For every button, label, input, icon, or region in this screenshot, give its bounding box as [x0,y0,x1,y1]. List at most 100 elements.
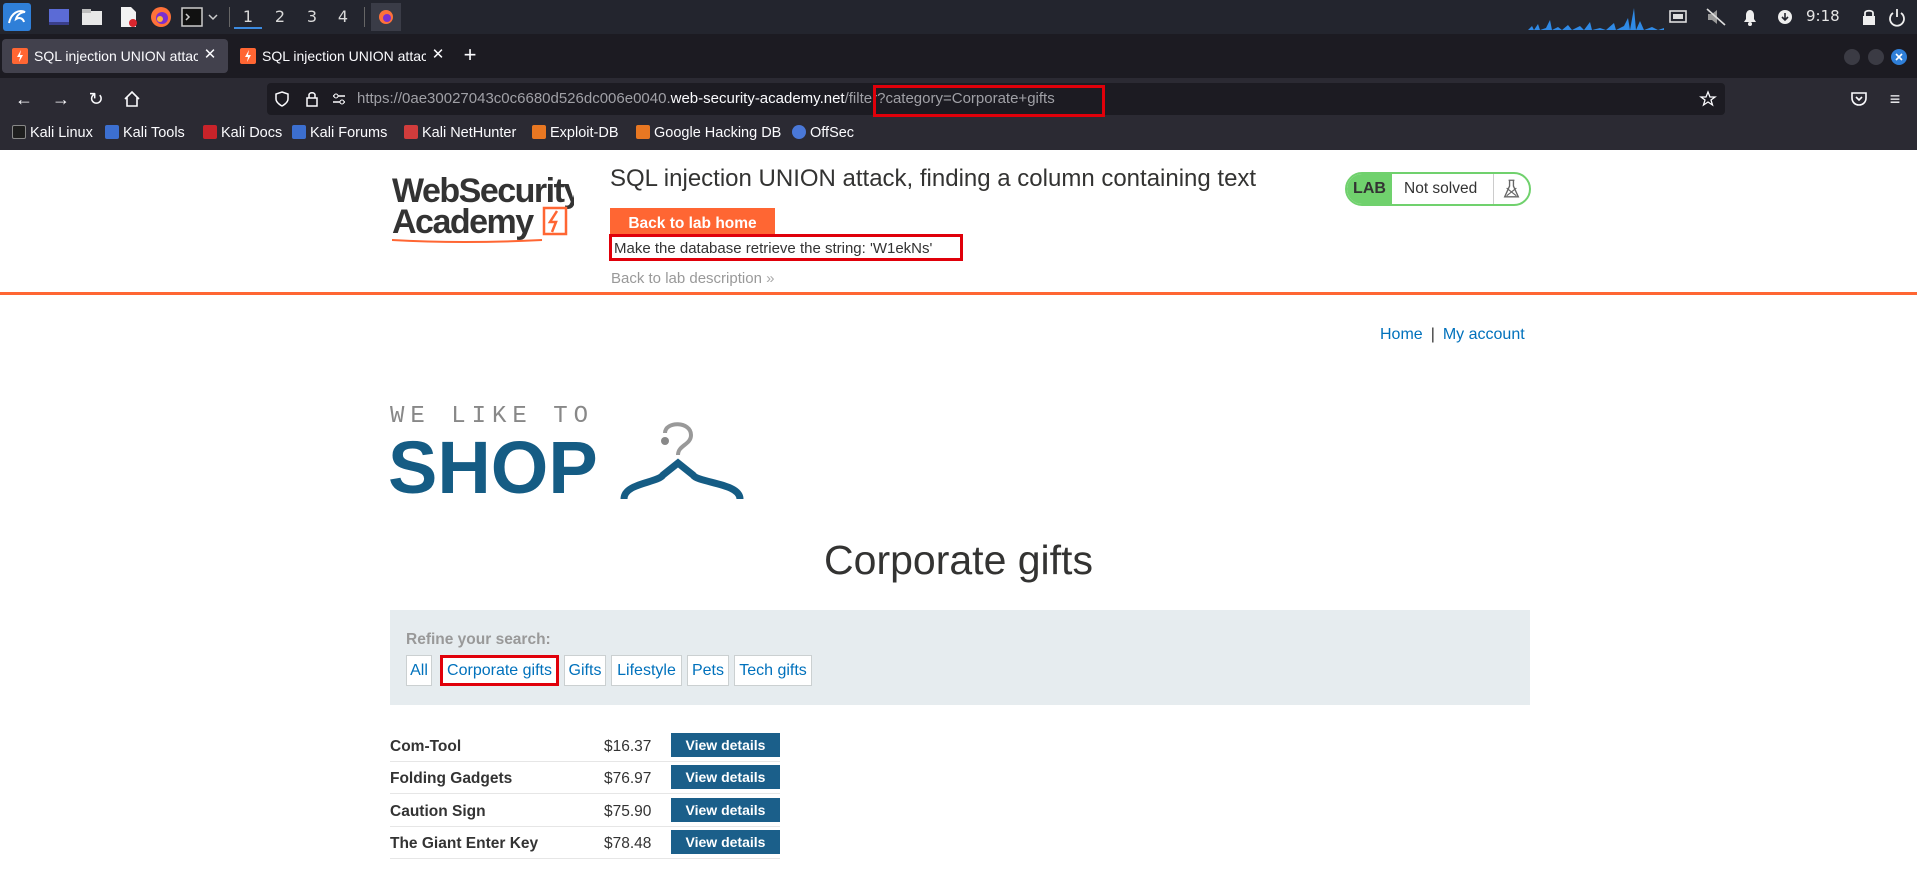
bookmark-kali-tools[interactable]: Kali Tools [105,125,185,145]
bookmark-offsec[interactable]: OffSec [792,125,854,145]
lab-favicon-icon [12,48,28,64]
menu-hamburger-icon[interactable]: ≡ [1884,88,1906,110]
chevron-down-icon[interactable] [206,5,220,29]
network-activity-graph [1528,8,1664,30]
category-title: Corporate gifts [824,537,1093,583]
bookmarks-toolbar: Kali Linux Kali Tools Kali Docs Kali For… [0,120,1917,150]
product-price: $76.97 [604,770,652,787]
we-like-to-shop-logo[interactable]: WE LIKE TO SHOP [388,395,753,505]
reload-icon[interactable]: ↻ [85,88,107,110]
lock-icon[interactable] [1860,5,1878,29]
view-details-button[interactable]: View details [671,765,780,789]
refine-search-label: Refine your search: [406,631,551,648]
exploit-db-icon [532,125,546,139]
bookmark-label: Kali Docs [221,125,283,141]
terminal-icon[interactable] [180,5,204,29]
back-to-lab-description-link[interactable]: Back to lab description » [611,270,774,287]
padlock-icon[interactable] [303,90,321,108]
minimize-button[interactable] [1844,49,1860,65]
kali-menu-icon[interactable] [3,3,31,31]
notification-bell-icon[interactable] [1740,5,1760,29]
firefox-icon[interactable] [149,5,173,29]
double-chevron-right-icon: » [766,270,775,287]
bookmark-exploit-db[interactable]: Exploit-DB [532,125,619,145]
volume-muted-icon[interactable] [1705,5,1727,29]
filter-pets[interactable]: Pets [687,655,729,686]
view-details-button[interactable]: View details [671,830,780,854]
close-window-button[interactable] [1891,49,1907,65]
update-icon[interactable] [1775,5,1795,29]
system-taskbar: 1 2 3 4 9:18 [0,0,1917,34]
view-details-button[interactable]: View details [671,798,780,822]
text-editor-icon[interactable] [116,5,140,29]
lab-title: SQL injection UNION attack, finding a co… [610,165,1257,192]
filter-all[interactable]: All [406,655,432,686]
workspace-2[interactable]: 2 [266,5,294,29]
table-row: Com-Tool $16.37 View details [390,730,780,762]
bookmark-kali-forums[interactable]: Kali Forums [292,125,387,145]
top-navigation: Home | My account [1380,326,1525,344]
kali-dragon-icon [12,125,26,139]
maximize-button[interactable] [1868,49,1884,65]
bookmark-star-icon[interactable] [1699,90,1717,108]
workspace-4[interactable]: 4 [329,5,357,29]
web-security-academy-logo[interactable]: WebSecurity Academy [392,170,574,245]
tab-title: SQL injection UNION attack [262,48,426,64]
forward-arrow-icon[interactable]: → [50,88,72,110]
bookmark-label: Kali NetHunter [422,125,517,141]
refine-search-panel: Refine your search: All Corporate gifts … [390,610,1530,705]
firefox-window-icon[interactable] [371,3,401,31]
view-details-button[interactable]: View details [671,733,780,757]
taskbar-separator [364,7,365,27]
permissions-icon[interactable] [330,90,348,108]
shield-icon[interactable] [273,90,291,108]
shop-logo-word: SHOP [388,426,598,505]
browser-tab-1[interactable]: SQL injection UNION attack ✕ [2,39,228,73]
lab-badge-label: LAB [1347,174,1392,204]
lab-favicon-icon [240,48,256,64]
kali-tools-icon [105,125,119,139]
workspace-1[interactable]: 1 [234,5,262,29]
bookmark-label: Google Hacking DB [654,125,782,141]
new-tab-button[interactable]: + [458,44,482,68]
bookmark-label: OffSec [810,125,855,141]
pocket-icon[interactable] [1848,88,1870,110]
product-name: Caution Sign [390,803,486,820]
browser-tab-2[interactable]: SQL injection UNION attack ✕ [230,39,456,73]
filter-gifts[interactable]: Gifts [564,655,606,686]
filter-lifestyle[interactable]: Lifestyle [611,655,682,686]
bookmark-google-hacking-db[interactable]: Google Hacking DB [636,125,781,145]
bookmark-kali-linux[interactable]: Kali Linux [12,125,93,145]
back-arrow-icon[interactable]: ← [13,88,35,110]
flask-icon [1493,174,1520,204]
table-row: Caution Sign $75.90 View details [390,795,780,827]
bookmark-label: Kali Tools [123,125,185,141]
product-price: $75.90 [604,803,652,820]
web-page: WebSecurity Academy SQL injection UNION … [0,150,1917,873]
url-prefix: https://0ae30027043c0c6680d526dc006e0040… [357,90,671,107]
offsec-icon [792,125,806,139]
close-icon[interactable]: ✕ [200,45,220,65]
file-manager-icon[interactable] [80,5,104,29]
bookmark-kali-docs[interactable]: Kali Docs [203,125,282,145]
desktop-icon[interactable] [47,5,71,29]
close-icon[interactable]: ✕ [428,45,448,65]
home-link[interactable]: Home [1380,326,1423,343]
taskbar-separator [229,7,230,27]
lab-status-badge: LAB Not solved [1345,172,1531,206]
filter-corporate-gifts[interactable]: Corporate gifts [440,655,559,686]
bookmark-kali-nethunter[interactable]: Kali NetHunter [404,125,516,145]
url-path-highlight [873,85,1105,117]
home-icon[interactable] [121,88,143,110]
lab-header: WebSecurity Academy SQL injection UNION … [0,150,1917,295]
kali-docs-icon [203,125,217,139]
clock: 9:18 [1806,7,1840,25]
nav-separator: | [1430,326,1435,343]
screen-icon[interactable] [1668,5,1688,29]
my-account-link[interactable]: My account [1443,326,1525,343]
workspace-3[interactable]: 3 [298,5,326,29]
kali-forums-icon [292,125,306,139]
filter-tech-gifts[interactable]: Tech gifts [734,655,812,686]
power-icon[interactable] [1886,5,1908,29]
logo-text-line2: Academy [392,203,534,241]
